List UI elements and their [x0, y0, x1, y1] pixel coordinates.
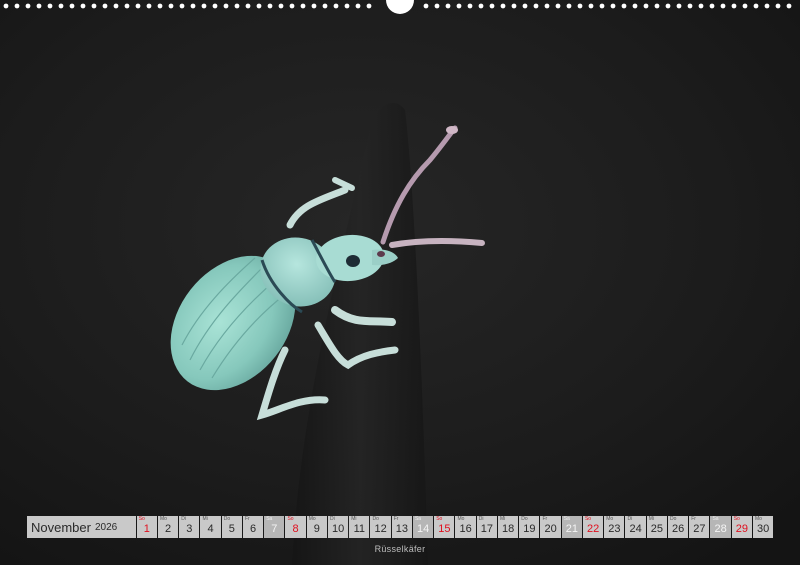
- calendar-day: Do 26: [667, 516, 689, 538]
- calendar-day: Mi 4: [200, 516, 221, 538]
- photo-caption: Rüsselkäfer: [374, 544, 426, 554]
- day-number: 7: [271, 523, 278, 535]
- calendar-day: Di 10: [327, 516, 349, 538]
- day-number: 29: [735, 523, 748, 535]
- weekday-label: Sa: [266, 516, 273, 522]
- calendar-day: Mo 30: [752, 516, 774, 538]
- day-number: 27: [693, 523, 706, 535]
- weekday-label: Do: [223, 516, 231, 522]
- calendar-day: So 15: [434, 516, 455, 538]
- calendar-day: Do 5: [221, 516, 242, 538]
- calendar-day: Mo 9: [306, 516, 327, 538]
- calendar-day: Sa 14: [412, 516, 434, 538]
- calendar-day: Do 12: [370, 516, 391, 538]
- weekday-label: So: [138, 516, 145, 522]
- month-name: November: [31, 519, 91, 535]
- day-number: 22: [586, 523, 600, 535]
- calendar-day: Sa 28: [710, 516, 731, 538]
- calendar-page: November 2026 So 1 Mo 2 Di 3 Mi 4 Do 5 Fr 6 Sa 7 So 8 Mo…: [0, 0, 800, 565]
- weekday-label: Mo: [754, 516, 762, 522]
- day-number: 20: [544, 523, 557, 535]
- day-number: 23: [608, 523, 621, 535]
- calendar-day: Sa 7: [264, 516, 285, 538]
- day-number: 4: [207, 523, 214, 535]
- day-number: 11: [353, 523, 366, 535]
- weekday-label: So: [436, 516, 443, 522]
- day-number: 1: [143, 523, 150, 535]
- calendar-day: Fr 13: [391, 516, 412, 538]
- day-number: 24: [629, 523, 642, 535]
- weekday-label: Fr: [542, 516, 548, 522]
- weekday-label: Do: [521, 516, 528, 522]
- weekday-label: Do: [372, 516, 379, 522]
- month-year: 2026: [94, 521, 118, 533]
- weekday-label: Sa: [712, 516, 719, 522]
- weekday-label: Mi: [499, 516, 506, 522]
- day-number: 3: [186, 523, 193, 535]
- day-number: 9: [313, 523, 320, 535]
- weekday-label: So: [584, 516, 592, 522]
- day-number: 6: [250, 523, 257, 535]
- calendar-day: Fr 6: [242, 516, 264, 538]
- calendar-day: Mo 2: [157, 516, 179, 538]
- weekday-label: Di: [478, 516, 484, 522]
- calendar-day: So 8: [285, 516, 306, 538]
- day-number: 12: [374, 523, 387, 535]
- day-number: 17: [480, 523, 493, 535]
- weekday-label: Mo: [308, 516, 316, 522]
- weekday-label: Sa: [414, 516, 422, 522]
- weekday-label: Fr: [691, 516, 696, 522]
- day-number: 13: [395, 523, 408, 535]
- day-number: 21: [565, 523, 578, 535]
- weekday-label: Mo: [457, 516, 465, 522]
- weekday-label: Mo: [159, 516, 167, 522]
- calendar-day: Mo 23: [604, 516, 625, 538]
- day-number: 28: [714, 523, 727, 535]
- weekday-label: Do: [669, 516, 677, 522]
- weekday-label: Fr: [393, 516, 399, 522]
- calendar-day: Sa 21: [561, 516, 582, 538]
- day-number: 18: [501, 523, 515, 535]
- weekday-label: So: [287, 516, 294, 522]
- weekday-label: Di: [627, 516, 633, 522]
- calendar-day: Fr 20: [540, 516, 561, 538]
- day-number: 10: [331, 523, 345, 535]
- weekday-label: Mi: [202, 516, 208, 522]
- weekday-label: Di: [329, 516, 335, 522]
- calendar-day: Mi 18: [497, 516, 519, 538]
- calendar-day: So 29: [731, 516, 752, 538]
- weekday-label: Mi: [648, 516, 654, 522]
- calendar-day: So 1: [136, 516, 157, 538]
- day-number: 14: [416, 523, 430, 535]
- calendar-day: Mi 25: [646, 516, 667, 538]
- weekday-label: Mo: [606, 516, 614, 522]
- calendar-day: Mo 16: [455, 516, 476, 538]
- calendar-day: Di 3: [179, 516, 200, 538]
- day-number: 19: [523, 523, 536, 535]
- day-number: 5: [228, 523, 235, 535]
- day-number: 15: [438, 523, 451, 535]
- day-number: 25: [650, 523, 663, 535]
- day-number: 16: [459, 523, 472, 535]
- calendar-day: Mi 11: [349, 516, 370, 538]
- weekday-label: Mi: [351, 516, 357, 522]
- calendar-strip: November 2026 So 1 Mo 2 Di 3 Mi 4 Do 5 Fr 6 Sa 7 So 8 Mo…: [27, 516, 774, 538]
- month-label: November 2026: [27, 516, 136, 538]
- photo: [0, 0, 800, 565]
- day-number: 2: [165, 523, 172, 535]
- day-number: 8: [292, 523, 299, 535]
- day-number: 26: [671, 523, 685, 535]
- calendar-day: Fr 27: [689, 516, 710, 538]
- day-number: 30: [756, 523, 770, 535]
- calendar-day: Do 19: [519, 516, 540, 538]
- calendar-day: So 22: [582, 516, 604, 538]
- calendar-day: Di 17: [476, 516, 497, 538]
- weekday-label: Di: [181, 516, 186, 522]
- weekday-label: Sa: [563, 516, 570, 522]
- weekday-label: Fr: [244, 516, 250, 522]
- calendar-day: Di 24: [625, 516, 646, 538]
- weekday-label: So: [733, 516, 740, 522]
